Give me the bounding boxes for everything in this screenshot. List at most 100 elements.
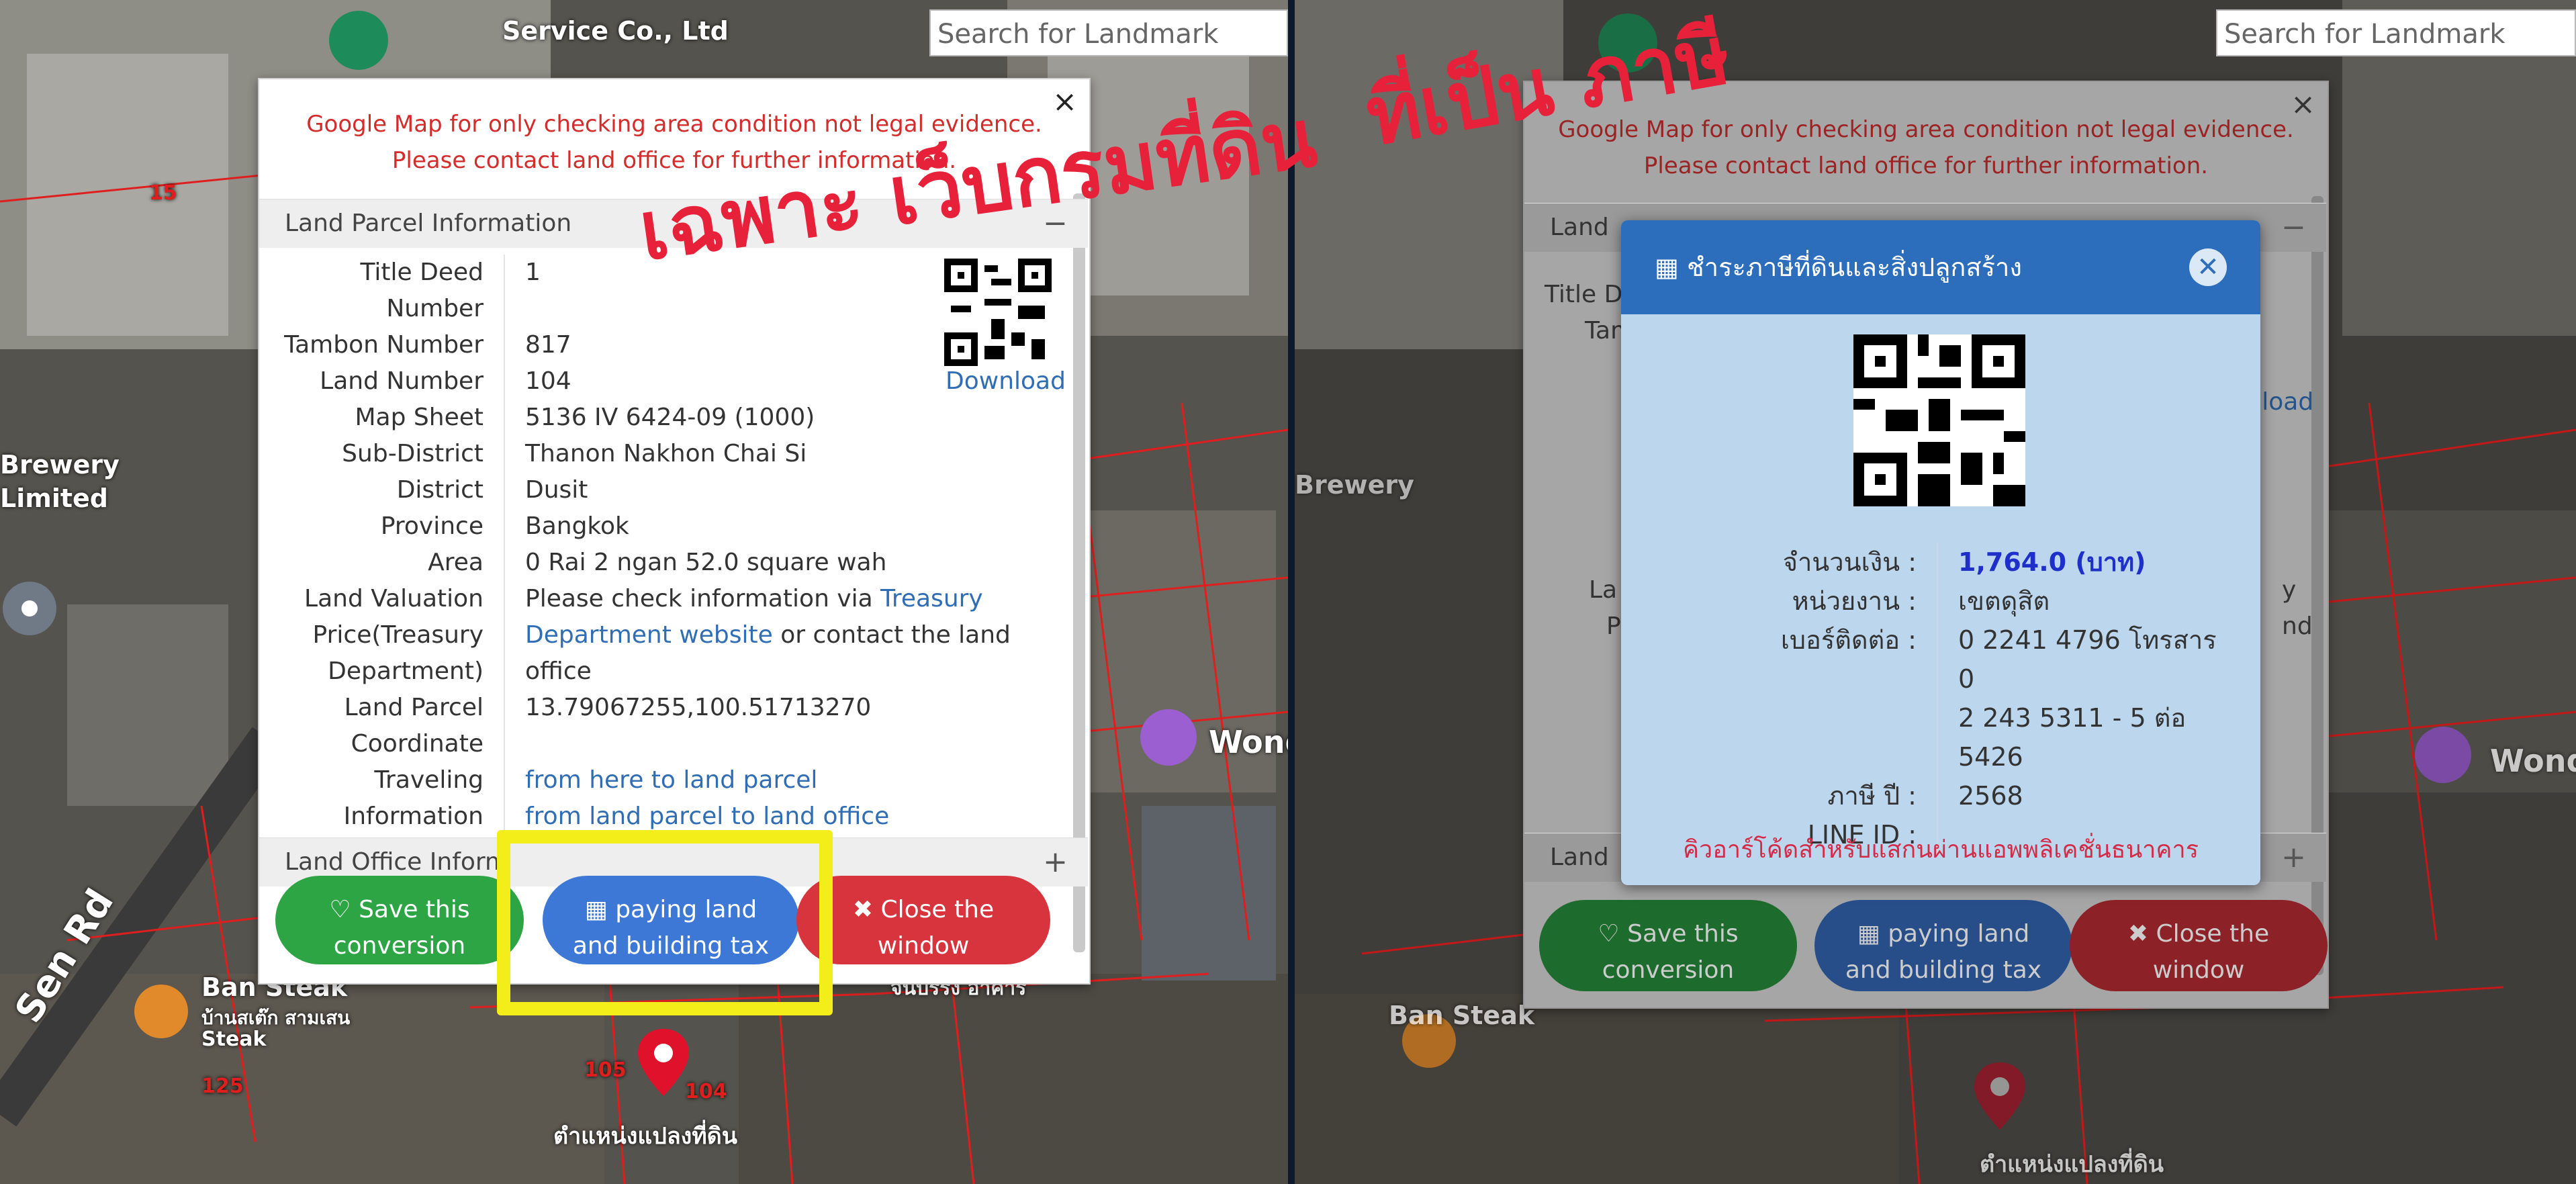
phone-line: 0 2241 4796 โทรสาร 0: [1958, 625, 2217, 694]
directions-to-parcel-link[interactable]: from here to land parcel: [525, 766, 817, 794]
button-label: ♡ Save this: [1598, 920, 1739, 948]
map-label-brewery: Brewery: [0, 450, 120, 480]
value: 104: [525, 367, 571, 395]
row-valuation: Land Valuation Price(Treasury Department) …: [259, 581, 1089, 690]
value: Thanon Nakhon Chai Si: [525, 440, 807, 467]
tax-details: จำนวนเงิน : 1,764.0 (บาท) หน่วยงาน : เขตดุ…: [1621, 543, 2260, 854]
label-stub: P: [1606, 612, 1621, 640]
expand-icon[interactable]: +: [1043, 838, 1068, 886]
row-area: Area 0 Rai 2 ngan 52.0 square wah: [259, 545, 1089, 581]
parcel-pin-icon[interactable]: [638, 1029, 689, 1096]
close-icon[interactable]: ×: [2291, 87, 2315, 122]
map-parcel-number: 104: [685, 1080, 727, 1103]
value: 0 2241 4796 โทรสาร 0 2 243 5311 - 5 ต่อ 54…: [1938, 621, 2240, 776]
label: เบอร์ติดต่อ :: [1621, 621, 1938, 776]
map-parcel-number: 105: [584, 1058, 627, 1082]
value-stub: nd: [2282, 612, 2313, 640]
yellow-highlight-box: [497, 830, 833, 1015]
map-label-limited: Limited: [0, 484, 108, 513]
modal-close-icon[interactable]: ✕: [2189, 248, 2227, 286]
dimmed-values: y nd: [2282, 572, 2313, 645]
section-title: Land Office Inform: [285, 848, 509, 876]
collapse-icon[interactable]: −: [2281, 203, 2306, 252]
map-label-parcel-position: ตำแหน่งแปลงที่ดิน: [1980, 1151, 2164, 1178]
row-traveling: Traveling Information from here to land p…: [259, 762, 1089, 835]
directions-to-office-link[interactable]: from land parcel to land office: [525, 803, 889, 830]
expand-icon[interactable]: +: [2281, 833, 2306, 882]
row-tax-year: ภาษี ปี : 2568: [1621, 776, 2260, 815]
row-sub-district: Sub-District Thanon Nakhon Chai Si: [259, 436, 1089, 472]
label: District: [259, 472, 505, 508]
label: ภาษี ปี :: [1621, 776, 1938, 815]
label-line: Department): [328, 657, 484, 685]
value-text: Please check information via: [525, 585, 881, 612]
coordinate-link[interactable]: 13.79067255,100.51713270: [505, 690, 871, 762]
label: จำนวนเงิน :: [1621, 543, 1938, 582]
button-label: ♡ Save this: [329, 896, 470, 923]
treasury-link[interactable]: Department website: [525, 621, 773, 649]
value-text: or contact the land: [772, 621, 1011, 649]
value: 817: [525, 331, 571, 359]
parcel-info-table: Download Title Deed Number 1 Tambon Numbe…: [259, 248, 1089, 835]
button-label: ✖ Close the: [2127, 920, 2270, 948]
value: 1: [525, 259, 541, 286]
modal-header: ▦ ชำระภาษีที่ดินและสิ่งปลูกสร้าง ✕: [1621, 220, 2260, 314]
label-line: Traveling: [374, 766, 484, 794]
map-label-ban-steak: Ban Steak: [1389, 1001, 1535, 1030]
label: Map Sheet: [259, 400, 505, 436]
value: 5136 IV 6424-09 (1000): [525, 404, 815, 431]
amount-value: 1,764.0 (บาท): [1958, 547, 2146, 577]
label: Tambon Number: [259, 327, 505, 363]
label: Sub-District: [259, 436, 505, 472]
button-label: conversion: [333, 932, 466, 960]
value: เขตดุสิต: [1958, 586, 2050, 616]
value-text: office: [525, 657, 592, 685]
tax-payment-modal: ▦ ชำระภาษีที่ดินและสิ่งปลูกสร้าง ✕ จำนวน…: [1621, 220, 2260, 885]
label-stub: La: [1589, 576, 1618, 604]
row-coordinate: Land Parcel Coordinate 13.79067255,100.51…: [259, 690, 1089, 762]
label: Traveling Information: [259, 762, 505, 835]
map-label-steak: Steak: [201, 1028, 267, 1051]
label: หน่วยงาน :: [1621, 582, 1938, 621]
download-qr-link[interactable]: Download: [946, 367, 1066, 395]
map-label-wonder: Wond: [1209, 724, 1288, 760]
row-amount: จำนวนเงิน : 1,764.0 (บาท): [1621, 543, 2260, 582]
parcel-pin-icon[interactable]: [1974, 1062, 2025, 1130]
save-conversion-button[interactable]: ♡ Save this conversion: [1539, 900, 1797, 991]
qr-code-icon: [944, 259, 1052, 366]
pay-tax-button[interactable]: ▦ paying land and building tax: [1814, 900, 2072, 991]
landmark-search-input[interactable]: Search for Landmark: [929, 9, 1288, 56]
phone-line: 2 243 5311 - 5 ต่อ: [1958, 703, 2187, 733]
qr-scan-note: คิวอาร์โค้ดสำหรับแสกนผ่านแอพพลิเคชั่นธนา…: [1682, 836, 2199, 864]
treasury-link[interactable]: Treasury: [880, 585, 983, 612]
close-window-button[interactable]: ✖ Close the window: [796, 876, 1050, 964]
section-title: Land Parcel Information: [285, 210, 572, 237]
label: Title Deed Number: [259, 255, 505, 327]
row-phone: เบอร์ติดต่อ : 0 2241 4796 โทรสาร 0 2 243 5…: [1621, 621, 2260, 776]
close-window-button[interactable]: ✖ Close the window: [2070, 900, 2328, 991]
label: Province: [259, 508, 505, 545]
value-stub: y: [2282, 576, 2297, 604]
dimmed-labels: La P: [1589, 572, 1621, 645]
label: Land Parcel Coordinate: [259, 690, 505, 762]
map-label-parcel-position: ตำแหน่งแปลงที่ดิน: [553, 1123, 738, 1150]
value: Please check information via Treasury Dep…: [505, 581, 1011, 690]
section-title: Land: [1550, 214, 1609, 241]
modal-title: ▦ ชำระภาษีที่ดินและสิ่งปลูกสร้าง: [1655, 253, 2022, 282]
label-line: Land Valuation: [304, 585, 484, 612]
label-line: Information: [343, 803, 484, 830]
value: from here to land parcel from land parcel…: [505, 762, 889, 835]
row-district: District Dusit: [259, 472, 1089, 508]
save-conversion-button[interactable]: ♡ Save this conversion: [275, 876, 524, 964]
label: Land Valuation Price(Treasury Department): [259, 581, 505, 690]
legal-notice-line2: Please contact land office for further i…: [1643, 152, 2209, 179]
phone-line: 5426: [1958, 742, 2023, 772]
value: 0 Rai 2 ngan 52.0 square wah: [525, 549, 887, 576]
row-map-sheet: Map Sheet 5136 IV 6424-09 (1000): [259, 400, 1089, 436]
landmark-search-input[interactable]: Search for Landmark: [2216, 9, 2576, 56]
payment-qr-code-icon: [1853, 334, 2025, 506]
row-agency: หน่วยงาน : เขตดุสิต: [1621, 582, 2260, 621]
button-label: conversion: [1602, 956, 1735, 984]
value: 2568: [1958, 781, 2023, 811]
label: Land Number: [259, 363, 505, 400]
